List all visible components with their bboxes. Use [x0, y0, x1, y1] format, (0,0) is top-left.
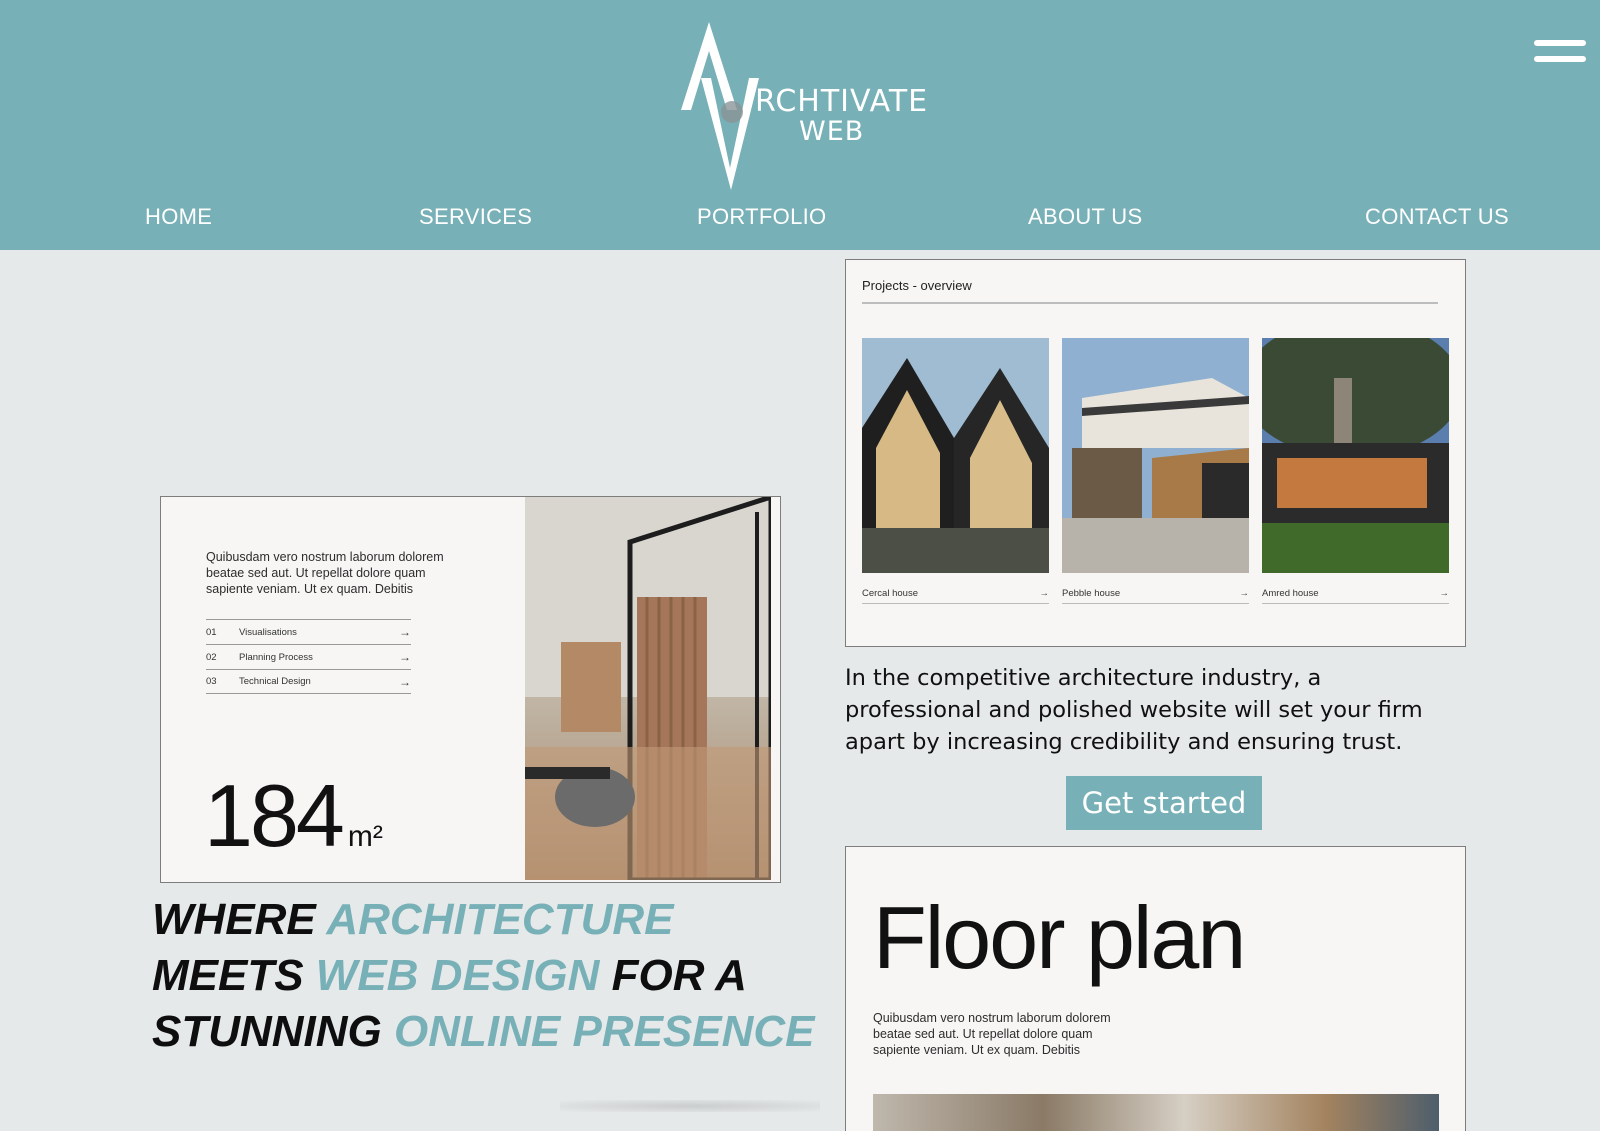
- arrow-right-icon: →: [399, 650, 411, 664]
- project-caption[interactable]: Amred house →: [1262, 588, 1449, 604]
- project-name: Pebble house: [1062, 588, 1121, 599]
- project-photo-amred[interactable]: [1242, 318, 1462, 573]
- project-photo-pebble[interactable]: [1062, 338, 1249, 573]
- site-header: RCHTIVATE WEB HOME SERVICES PORTFOLIO AB…: [0, 0, 1600, 250]
- project-caption[interactable]: Cercal house →: [862, 588, 1049, 604]
- logo-text-line2: WEB: [799, 116, 865, 147]
- arrow-right-icon: →: [1439, 588, 1450, 599]
- decorative-shadow: [560, 1100, 820, 1112]
- preview-card: Quibusdam vero nostrum laborum dolorem b…: [160, 496, 781, 883]
- nav-services[interactable]: SERVICES: [419, 204, 532, 230]
- floor-plan-title: Floor plan: [873, 888, 1246, 987]
- project-photo-cercal[interactable]: [862, 338, 1049, 573]
- headline-word: WHERE: [152, 895, 327, 944]
- list-item-label: Technical Design: [239, 676, 311, 687]
- logo-text-line1: RCHTIVATE: [755, 84, 929, 119]
- get-started-button[interactable]: Get started: [1066, 776, 1262, 830]
- list-item-number: 01: [206, 626, 217, 638]
- arrow-right-icon: →: [399, 674, 411, 689]
- nav-home[interactable]: HOME: [145, 204, 212, 230]
- list-item-number: 02: [206, 651, 217, 663]
- nav-portfolio[interactable]: PORTFOLIO: [697, 204, 826, 230]
- intro-paragraph: In the competitive architecture industry…: [845, 665, 1423, 755]
- nav-contact-us[interactable]: CONTACT US: [1365, 204, 1509, 230]
- headline-accent: ARCHITECTURE: [326, 895, 674, 944]
- floor-plan-photo: [873, 1094, 1439, 1131]
- list-item-label: Planning Process: [239, 651, 313, 663]
- project-caption[interactable]: Pebble house →: [1062, 588, 1249, 604]
- headline-word: MEETS: [152, 951, 316, 1000]
- headline-accent: ONLINE PRESENCE: [394, 1007, 815, 1056]
- floor-plan-text: Quibusdam vero nostrum laborum dolorem b…: [873, 1011, 1111, 1057]
- hero-headline: WHERE ARCHITECTURE MEETS WEB DESIGN FOR …: [152, 892, 815, 1060]
- menu-icon[interactable]: [1534, 40, 1586, 70]
- list-item-number: 03: [206, 676, 217, 687]
- archtivate-web-logo[interactable]: RCHTIVATE WEB: [675, 18, 945, 193]
- headline-word: STUNNING: [152, 1007, 394, 1056]
- arrow-right-icon: →: [399, 625, 411, 639]
- projects-title: Projects - overview: [862, 278, 972, 293]
- arrow-right-icon: →: [1039, 588, 1050, 599]
- area-unit: m²: [347, 820, 383, 853]
- floor-plan-card: Floor plan Quibusdam vero nostrum laboru…: [845, 846, 1466, 1131]
- interior-photo: [525, 497, 774, 882]
- list-item[interactable]: 02 Planning Process →: [206, 644, 411, 669]
- nav-about-us[interactable]: ABOUT US: [1028, 204, 1142, 230]
- divider: [862, 302, 1438, 304]
- arrow-right-icon: →: [1239, 588, 1250, 599]
- area-figure: 184 m²: [204, 765, 383, 867]
- list-item[interactable]: 03 Technical Design →: [206, 669, 411, 694]
- list-item-label: Visualisations: [239, 626, 297, 638]
- service-list: 01 Visualisations → 02 Planning Process …: [206, 619, 411, 694]
- headline-word: FOR A: [599, 951, 747, 1000]
- headline-accent: WEB DESIGN: [315, 951, 600, 1000]
- projects-overview-card: Projects - overview Cercal house → Pebbl…: [845, 259, 1466, 647]
- preview-card-text: Quibusdam vero nostrum laborum dolorem b…: [206, 550, 444, 596]
- list-item[interactable]: 01 Visualisations →: [206, 619, 411, 644]
- project-name: Amred house: [1262, 588, 1319, 599]
- project-name: Cercal house: [862, 588, 918, 599]
- area-value: 184: [204, 766, 345, 865]
